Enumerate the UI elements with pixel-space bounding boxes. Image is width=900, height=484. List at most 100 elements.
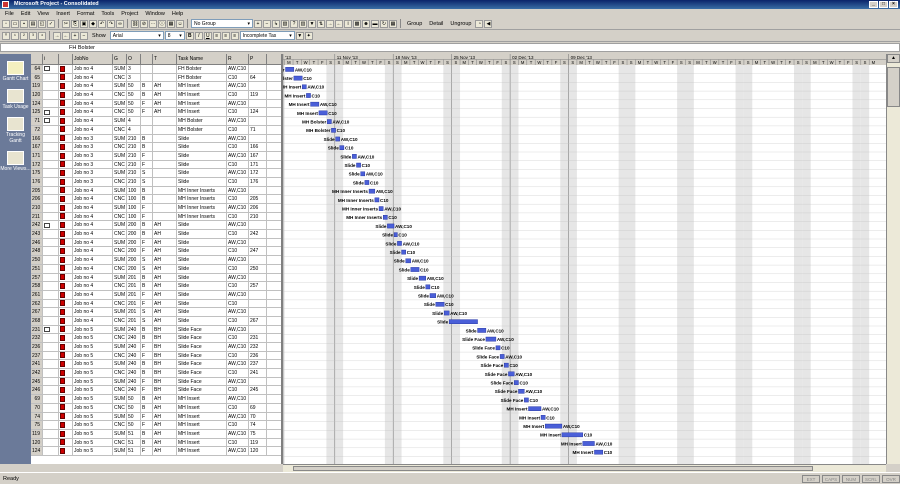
cell-task[interactable]: Slide <box>177 177 227 186</box>
cell-p[interactable]: 119 <box>249 91 267 99</box>
cell-id[interactable]: 124 <box>31 447 43 455</box>
table-row[interactable]: 124 Job no 4 SUM 50 F AH MH Insert AW,C10 <box>31 99 281 109</box>
cell-task[interactable]: MH Insert <box>177 429 227 438</box>
cell-t[interactable]: AH <box>153 256 177 264</box>
cell[interactable] <box>59 360 73 369</box>
cell-p[interactable]: 267 <box>249 316 267 325</box>
cell-t[interactable]: AH <box>153 282 177 290</box>
cell[interactable] <box>43 204 59 212</box>
cell-id[interactable]: 74 <box>31 412 43 421</box>
table-row[interactable]: 171 Job no 3 SUM 210 F Slide AW,C10 167 <box>31 151 281 161</box>
hyperlink-icon[interactable]: ∞ <box>116 19 124 28</box>
cell-task[interactable]: MH Insert <box>177 421 227 429</box>
table-row[interactable]: 167 Job no 3 CNC 210 B Slide C10 166 <box>31 143 281 152</box>
cell[interactable] <box>59 395 73 403</box>
table-row[interactable]: 242 Job no 5 CNC 240 B BH Slide Face C10 241 <box>31 369 281 378</box>
table-row[interactable]: 205 Job no 4 SUM 100 B MH Inner Inserts AW,C10 <box>31 186 281 196</box>
cell-r[interactable]: AW,C10 <box>227 256 249 264</box>
cell-r[interactable]: C10 <box>227 421 249 429</box>
cell-job[interactable]: Job no 5 <box>73 369 113 377</box>
cell-task[interactable]: Slide <box>177 247 227 256</box>
cell-task[interactable]: MH Bolster <box>177 125 227 134</box>
cell-t[interactable] <box>153 212 177 221</box>
cell-job[interactable]: Job no 4 <box>73 247 113 256</box>
split-task-icon[interactable]: ⋯ <box>149 19 157 28</box>
cell-p[interactable] <box>249 308 267 316</box>
cell-p[interactable] <box>249 99 267 108</box>
cell[interactable] <box>59 186 73 195</box>
cell[interactable] <box>59 99 73 108</box>
cell-o[interactable]: 200 <box>127 221 141 230</box>
table-row[interactable]: 232 Job no 5 CNC 240 B BH Slide Face C10 231 <box>31 334 281 343</box>
cell-t[interactable]: BH <box>153 377 177 386</box>
table-row[interactable]: 250 Job no 4 SUM 200 S AH Slide AW,C10 <box>31 256 281 265</box>
cell-id[interactable]: 166 <box>31 134 43 143</box>
cell-p[interactable]: 237 <box>249 360 267 369</box>
cell-o[interactable]: 210 <box>127 143 141 151</box>
cell-o[interactable]: 4 <box>127 125 141 134</box>
cell-b[interactable]: F <box>141 447 153 455</box>
cell-g[interactable]: CNC <box>113 438 127 447</box>
cell-r[interactable]: C10 <box>227 177 249 186</box>
bold-icon[interactable]: B <box>185 31 194 40</box>
cell-o[interactable]: 50 <box>127 82 141 91</box>
cell-id[interactable]: 246 <box>31 238 43 247</box>
cell-task[interactable]: MH Insert <box>177 108 227 117</box>
spelling-icon[interactable]: ✓ <box>47 19 55 28</box>
cell-p[interactable]: 71 <box>249 125 267 134</box>
cell-id[interactable]: 206 <box>31 195 43 203</box>
cell[interactable] <box>59 308 73 316</box>
cell-id[interactable]: 176 <box>31 177 43 186</box>
cell-task[interactable]: MH Insert <box>177 91 227 99</box>
table-row[interactable]: 242 Job no 4 SUM 200 B AH Slide AW,C10 <box>31 221 281 231</box>
cell-job[interactable]: Job no 5 <box>73 395 113 403</box>
cell-b[interactable]: F <box>141 421 153 429</box>
cell-r[interactable]: C10 <box>227 438 249 447</box>
cell-p[interactable]: 75 <box>249 429 267 438</box>
cell-o[interactable]: 51 <box>127 438 141 447</box>
cell[interactable] <box>43 438 59 447</box>
cell-job[interactable]: Job no 4 <box>73 82 113 91</box>
cell-id[interactable]: 65 <box>31 73 43 82</box>
cell-o[interactable]: 50 <box>127 395 141 403</box>
cell[interactable] <box>43 412 59 421</box>
cell[interactable] <box>43 395 59 403</box>
outdent-icon[interactable]: ← <box>335 19 343 28</box>
view-gantt-chart[interactable]: Gantt Chart <box>0 61 31 82</box>
outdent-icon[interactable]: ← <box>62 31 70 40</box>
cell-r[interactable]: AW,C10 <box>227 99 249 108</box>
cell-task[interactable]: Slide Face <box>177 386 227 395</box>
cell-r[interactable]: AW,C10 <box>227 429 249 438</box>
outline-level-1-icon[interactable]: ⁰ <box>2 31 10 40</box>
cell-r[interactable]: C10 <box>227 143 249 151</box>
cell-r[interactable]: C10 <box>227 160 249 169</box>
menu-edit[interactable]: Edit <box>20 11 31 17</box>
cell-id[interactable]: 261 <box>31 290 43 299</box>
cell-t[interactable]: BH <box>153 325 177 334</box>
cell-t[interactable]: AH <box>153 99 177 108</box>
cell-r[interactable]: AW,C10 <box>227 290 249 299</box>
cell-b[interactable]: S <box>141 264 153 273</box>
copy-picture-icon[interactable]: ▧ <box>281 19 289 28</box>
cell-r[interactable]: C10 <box>227 299 249 308</box>
cell-o[interactable]: 201 <box>127 282 141 290</box>
cell-o[interactable]: 201 <box>127 290 141 299</box>
cell-b[interactable]: S <box>141 177 153 186</box>
cell-id[interactable]: 171 <box>31 151 43 160</box>
cell-b[interactable]: F <box>141 377 153 386</box>
cell-o[interactable]: 200 <box>127 247 141 256</box>
cell[interactable] <box>59 143 73 151</box>
cell-o[interactable]: 240 <box>127 360 141 369</box>
cell-g[interactable]: SUM <box>113 429 127 438</box>
cell-id[interactable]: 172 <box>31 160 43 169</box>
cell-o[interactable]: 210 <box>127 169 141 177</box>
task-info-icon[interactable]: ⓘ <box>158 19 166 28</box>
cell-o[interactable]: 51 <box>127 429 141 438</box>
cell-o[interactable]: 240 <box>127 334 141 342</box>
table-row[interactable]: 65 Job no 4 CNC 3 FH Bolster C10 64 <box>31 73 281 83</box>
cell-t[interactable]: AH <box>153 247 177 256</box>
cell-p[interactable] <box>249 395 267 403</box>
cell-b[interactable]: B <box>141 195 153 203</box>
cell-p[interactable] <box>249 299 267 308</box>
cell-r[interactable]: AW,C10 <box>227 82 249 91</box>
